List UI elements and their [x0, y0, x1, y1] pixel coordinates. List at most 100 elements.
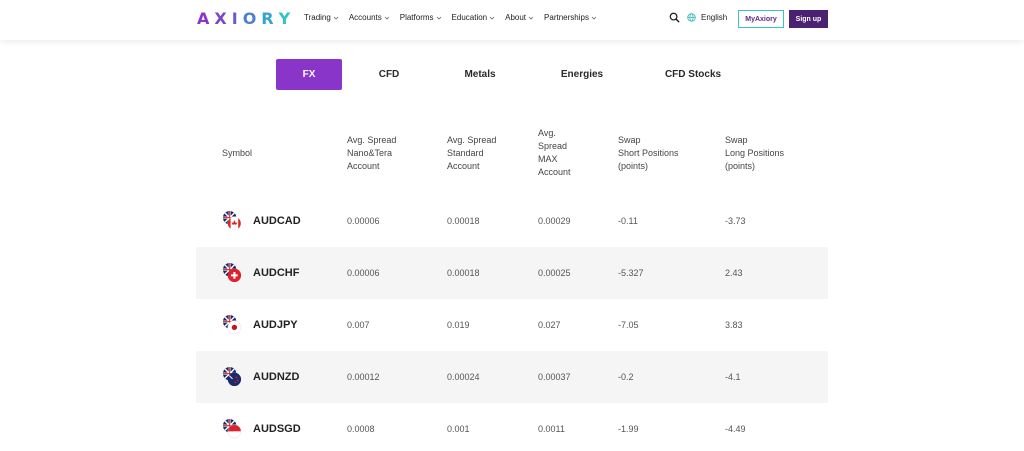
- header-swap-short: Swap Short Positions (points): [618, 134, 679, 173]
- header-line: Account: [538, 167, 571, 177]
- spread-nano-cell: 0.007: [347, 320, 370, 330]
- symbol-cell[interactable]: AUDNZD: [253, 351, 299, 403]
- chevron-down-icon: [333, 16, 339, 20]
- swap-short-cell: -0.11: [618, 216, 638, 226]
- site-header: AXIORY Trading Accounts Platforms Educat…: [0, 0, 1024, 40]
- nav-accounts[interactable]: Accounts: [349, 13, 390, 22]
- spread-nano-cell: 0.00006: [347, 268, 380, 278]
- nav-label: Trading: [304, 13, 331, 22]
- logo-letter: Y: [278, 9, 296, 28]
- spread-max-cell: 0.00025: [538, 268, 571, 278]
- signup-button[interactable]: Sign up: [789, 10, 828, 28]
- header-line: Nano&Tera: [347, 148, 393, 158]
- logo-letter: I: [231, 9, 243, 28]
- spread-standard-cell: 0.001: [447, 424, 470, 434]
- header-spread-standard: Avg. Spread Standard Account: [447, 134, 496, 173]
- nav-label: Education: [451, 13, 488, 22]
- main-nav: Trading Accounts Platforms Education Abo…: [304, 13, 607, 22]
- header-line: Avg. Spread: [447, 135, 497, 145]
- tab-fx[interactable]: FX: [276, 59, 342, 90]
- nav-education[interactable]: Education: [452, 13, 496, 22]
- header-line: Long Positions: [725, 148, 785, 158]
- nav-about[interactable]: About: [505, 13, 534, 22]
- symbol-cell[interactable]: AUDJPY: [253, 299, 298, 351]
- search-icon[interactable]: [669, 12, 680, 23]
- table-row: AUDJPY 0.007 0.019 0.027 -7.05 3.83: [196, 299, 828, 351]
- table-row: AUDNZD 0.00012 0.00024 0.00037 -0.2 -4.1: [196, 351, 828, 403]
- aud-nzd-flag-icon: [222, 366, 242, 387]
- logo-letter: O: [242, 9, 262, 28]
- nav-label: About: [505, 13, 527, 22]
- chevron-down-icon: [528, 16, 534, 20]
- nav-trading[interactable]: Trading: [304, 13, 339, 22]
- language-selector[interactable]: English: [687, 13, 727, 22]
- header-swap-long: Swap Long Positions (points): [725, 134, 784, 173]
- chevron-down-icon: [489, 16, 495, 20]
- nav-label: Platforms: [399, 13, 434, 22]
- globe-icon: [687, 13, 696, 22]
- spread-nano-cell: 0.00006: [347, 216, 380, 226]
- swap-short-cell: -1.99: [618, 424, 639, 434]
- spread-standard-cell: 0.00024: [447, 372, 480, 382]
- logo-letter: X: [214, 9, 232, 28]
- nav-partnerships[interactable]: Partnerships: [544, 13, 597, 22]
- header-line: Standard: [447, 148, 484, 158]
- swap-long-cell: 3.83: [725, 320, 743, 330]
- chevron-down-icon: [591, 16, 597, 20]
- header-line: Short Positions: [618, 148, 679, 158]
- nav-platforms[interactable]: Platforms: [400, 13, 442, 22]
- axiory-logo[interactable]: AXIORY: [197, 9, 295, 28]
- spread-max-cell: 0.00029: [538, 216, 571, 226]
- nav-label: Partnerships: [544, 13, 589, 22]
- header-line: (points): [618, 161, 649, 171]
- swap-short-cell: -7.05: [618, 320, 639, 330]
- tab-metals[interactable]: Metals: [440, 59, 520, 90]
- table-row: AUDCHF 0.00006 0.00018 0.00025 -5.327 2.…: [196, 247, 828, 299]
- chevron-down-icon: [436, 16, 441, 20]
- logo-letter: R: [261, 9, 279, 28]
- header-line: (points): [725, 161, 756, 171]
- spread-standard-cell: 0.019: [447, 320, 470, 330]
- spread-max-cell: 0.027: [538, 320, 561, 330]
- header-line: Swap: [618, 135, 641, 145]
- swap-long-cell: -3.73: [725, 216, 746, 226]
- header-line: Swap: [725, 135, 748, 145]
- spread-standard-cell: 0.00018: [447, 268, 480, 278]
- header-spread-max: Avg. Spread MAX Account: [538, 127, 571, 179]
- swap-long-cell: -4.49: [725, 424, 746, 434]
- spread-nano-cell: 0.00012: [347, 372, 380, 382]
- aud-jpy-flag-icon: [222, 314, 242, 335]
- header-line: Account: [447, 161, 480, 171]
- header-spread-nano: Avg. Spread Nano&Tera Account: [347, 134, 396, 173]
- swap-long-cell: -4.1: [725, 372, 741, 382]
- symbol-cell[interactable]: AUDCAD: [253, 195, 301, 247]
- spread-standard-cell: 0.00018: [447, 216, 480, 226]
- myaxiory-button[interactable]: MyAxiory: [738, 10, 784, 28]
- swap-long-cell: 2.43: [725, 268, 743, 278]
- swap-short-cell: -0.2: [618, 372, 634, 382]
- header-line: Account: [347, 161, 380, 171]
- header-line: Avg. Spread: [347, 135, 397, 145]
- spread-max-cell: 0.0011: [538, 424, 565, 434]
- table-row: AUDCAD 0.00006 0.00018 0.00029 -0.11 -3.…: [196, 195, 828, 247]
- header-line: Avg.: [538, 128, 556, 138]
- spread-max-cell: 0.00037: [538, 372, 571, 382]
- header-symbol: Symbol: [222, 148, 253, 158]
- chevron-down-icon: [384, 16, 390, 20]
- tab-cfd-stocks[interactable]: CFD Stocks: [650, 59, 736, 90]
- symbol-cell[interactable]: AUDCHF: [253, 247, 299, 299]
- nav-label: Accounts: [348, 13, 382, 22]
- tab-energies[interactable]: Energies: [540, 59, 624, 90]
- aud-cad-flag-icon: [222, 210, 242, 231]
- swap-short-cell: -5.327: [618, 268, 644, 278]
- spread-nano-cell: 0.0008: [347, 424, 375, 434]
- tab-cfd[interactable]: CFD: [356, 59, 422, 90]
- aud-chf-flag-icon: [222, 262, 242, 283]
- aud-sgd-flag-icon: [222, 418, 242, 439]
- logo-letter: A: [197, 9, 215, 28]
- header-line: Spread: [538, 141, 568, 151]
- symbol-cell[interactable]: AUDSGD: [253, 403, 301, 451]
- header-line: MAX: [538, 154, 558, 164]
- language-label: English: [701, 13, 728, 22]
- table-row: AUDSGD 0.0008 0.001 0.0011 -1.99 -4.49: [196, 403, 828, 451]
